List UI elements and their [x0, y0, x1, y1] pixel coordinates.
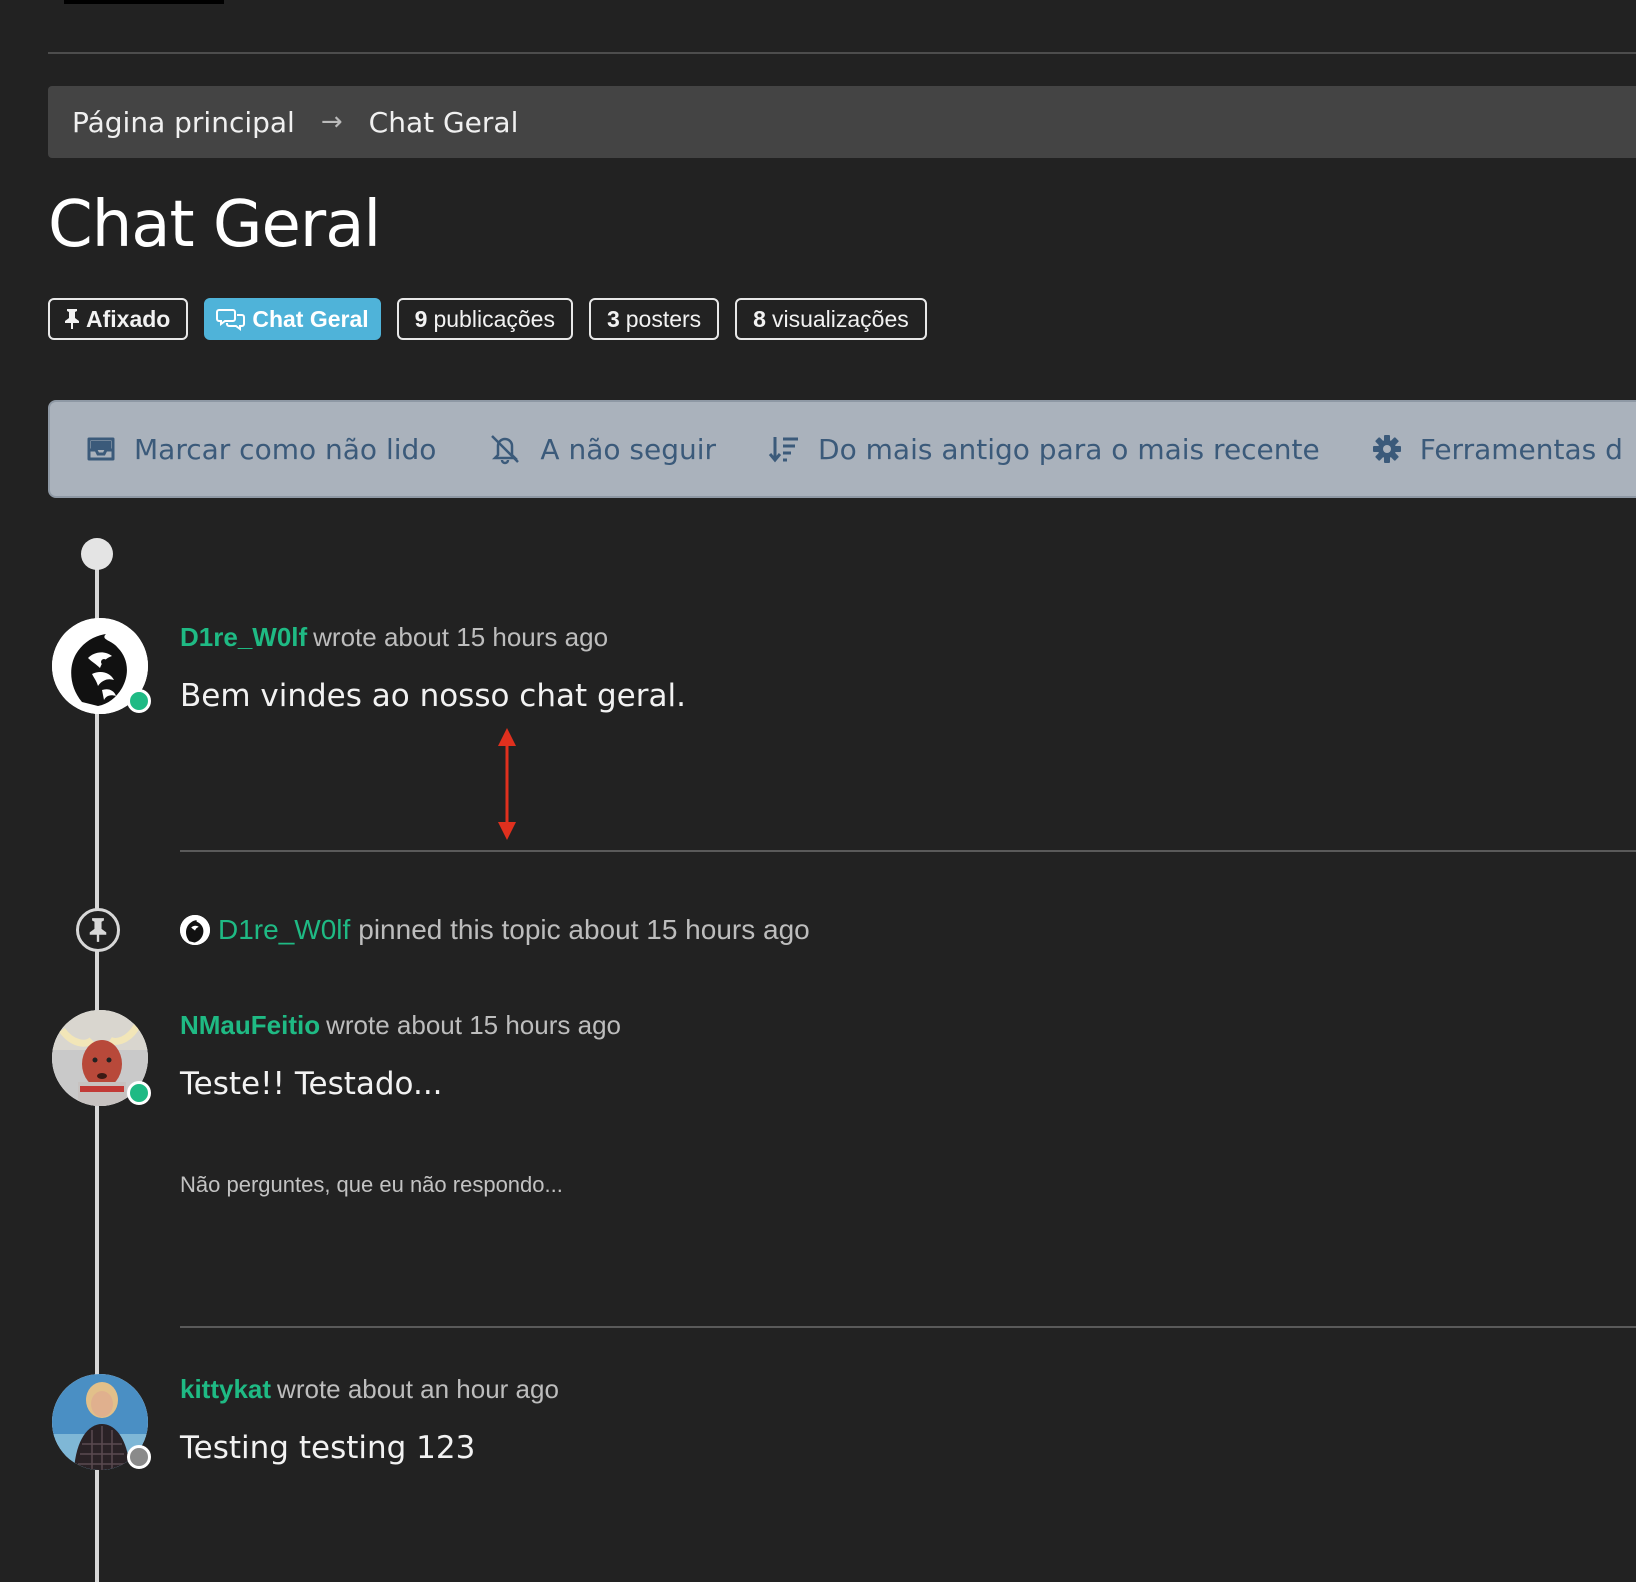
- views-count-badge: 8 visualizações: [735, 298, 927, 340]
- unfollow-label: A não seguir: [540, 432, 717, 466]
- views-count: 8: [753, 305, 766, 332]
- post-timestamp[interactable]: wrote about 15 hours ago: [313, 622, 608, 652]
- post-body: Testing testing 123: [180, 1430, 476, 1466]
- post-divider: [180, 1326, 1636, 1328]
- page-title: Chat Geral: [48, 188, 381, 262]
- inbox-icon: [86, 436, 116, 462]
- views-label: visualizações: [771, 305, 909, 332]
- arrow-right-icon: →: [320, 107, 343, 137]
- annotation-double-arrow: [498, 728, 516, 840]
- post-body: Teste!! Testado...: [180, 1066, 443, 1102]
- event-avatar[interactable]: [180, 915, 210, 945]
- thumbtack-icon: [64, 308, 80, 330]
- bell-slash-icon: [488, 433, 522, 465]
- unfollow-button[interactable]: A não seguir: [488, 433, 716, 466]
- post-timestamp[interactable]: wrote about an hour ago: [277, 1374, 559, 1404]
- event-user-link[interactable]: D1re_W0lf: [218, 914, 350, 946]
- tools-button[interactable]: Ferramentas d: [1372, 433, 1623, 466]
- comments-icon: [216, 307, 246, 331]
- online-status-dot: [127, 1081, 151, 1105]
- online-status-dot: [127, 689, 151, 713]
- pinned-label: Afixado: [86, 305, 171, 332]
- header-divider: [48, 52, 1636, 54]
- posters-count: 3: [606, 305, 620, 332]
- post-author-link[interactable]: kittykat: [180, 1374, 271, 1404]
- pinned-badge: Afixado: [48, 298, 189, 340]
- topic-toolbar: Marcar como não lido A não seguir Do mai…: [48, 400, 1636, 498]
- thumbtack-icon: [89, 918, 107, 942]
- wolf-avatar-mini: [180, 915, 210, 945]
- sort-order-button[interactable]: Do mais antigo para o mais recente: [768, 433, 1320, 466]
- event-description: pinned this topic about 15 hours ago: [358, 914, 810, 945]
- post-meta: kittykat wrote about an hour ago: [180, 1374, 559, 1405]
- tools-label: Ferramentas d: [1419, 432, 1623, 466]
- sort-down-icon: [768, 434, 800, 464]
- post-timestamp[interactable]: wrote about 15 hours ago: [326, 1010, 621, 1040]
- category-badge[interactable]: Chat Geral: [204, 298, 381, 340]
- topic-page: Página principal → Chat Geral Chat Geral…: [0, 0, 1636, 1582]
- posters-label: posters: [625, 305, 702, 332]
- mark-unread-label: Marcar como não lido: [134, 432, 437, 466]
- gear-icon: [1372, 434, 1402, 464]
- pin-event: D1re_W0lf pinned this topic about 15 hou…: [180, 914, 810, 946]
- post-author-link[interactable]: NMauFeitio: [180, 1010, 320, 1040]
- timeline-start-marker: [81, 538, 113, 570]
- posters-count-badge: 3 posters: [588, 298, 720, 340]
- breadcrumb-home-link[interactable]: Página principal: [72, 106, 295, 139]
- post-divider: [180, 850, 1636, 852]
- category-label: Chat Geral: [252, 305, 369, 332]
- topic-tags: Afixado Chat Geral 9 publicações 3 poste…: [48, 298, 927, 340]
- breadcrumb: Página principal → Chat Geral: [48, 86, 1636, 158]
- top-tab-indicator: [64, 0, 224, 4]
- sort-order-label: Do mais antigo para o mais recente: [818, 432, 1320, 466]
- mark-unread-button[interactable]: Marcar como não lido: [86, 433, 436, 466]
- post-meta: NMauFeitio wrote about 15 hours ago: [180, 1010, 621, 1041]
- post-body: Bem vindes ao nosso chat geral.: [180, 678, 686, 714]
- posts-label: publicações: [433, 305, 555, 332]
- posts-count-badge: 9 publicações: [396, 298, 573, 340]
- posts-count: 9: [414, 305, 428, 332]
- post-author-link[interactable]: D1re_W0lf: [180, 622, 307, 652]
- breadcrumb-current: Chat Geral: [368, 105, 519, 139]
- user-signature: Não perguntes, que eu não respondo...: [180, 1172, 563, 1197]
- post-meta: D1re_W0lf wrote about 15 hours ago: [180, 622, 608, 653]
- event-pin-marker: [76, 908, 120, 952]
- offline-status-dot: [127, 1445, 151, 1469]
